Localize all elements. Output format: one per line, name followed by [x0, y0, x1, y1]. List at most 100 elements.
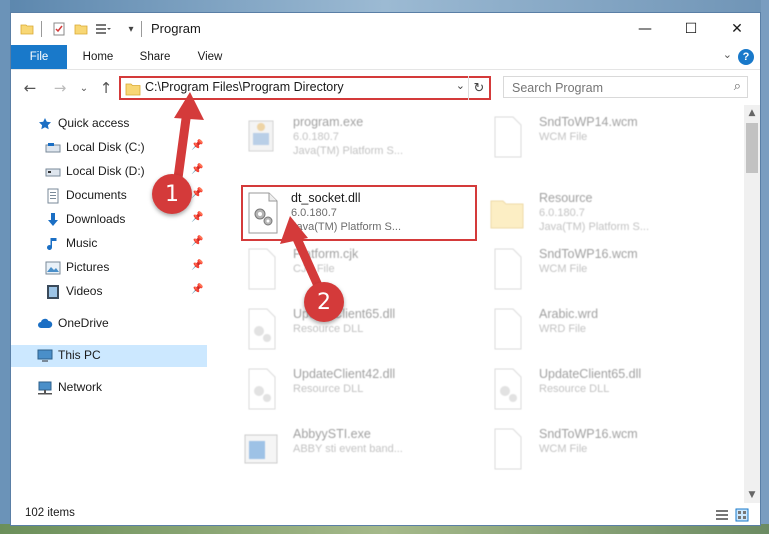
sidebar-item-quick-access[interactable]: Quick access: [11, 113, 207, 135]
sidebar-item-network[interactable]: Network: [11, 377, 207, 399]
refresh-icon[interactable]: ↻: [468, 76, 489, 100]
status-bar: 102 items: [11, 503, 760, 525]
expand-ribbon-icon[interactable]: ⌄: [723, 48, 732, 61]
tab-home[interactable]: Home: [71, 45, 125, 69]
pin-icon[interactable]: 📌: [191, 236, 203, 247]
file-name: AbbyySTI.exe: [293, 427, 371, 441]
address-path[interactable]: C:\Program Files\Program Directory: [145, 80, 344, 94]
file-version: WCM File: [539, 263, 588, 275]
file-name: Arabic.wrd: [539, 307, 599, 321]
sidebar-item-label: Pictures: [66, 260, 110, 274]
large-icons-view-icon[interactable]: [735, 507, 749, 522]
file-version: Resource DLL: [539, 383, 610, 395]
forward-arrow-icon[interactable]: →: [49, 77, 71, 99]
maximize-button[interactable]: ☐: [668, 13, 714, 45]
download-icon: [45, 212, 61, 228]
scroll-thumb[interactable]: [746, 123, 758, 173]
details-view-icon[interactable]: [715, 507, 729, 521]
blank-file-icon: [241, 247, 281, 291]
file-version: Resource DLL: [293, 383, 364, 395]
sidebar-item-label: Local Disk (D:): [66, 164, 145, 178]
sidebar-item-local-disk-c[interactable]: Local Disk (C:) 📌: [11, 137, 207, 159]
file-item[interactable]: UpdateClient42.dll Resource DLL: [233, 361, 473, 417]
desktop-background-left: [0, 0, 10, 534]
title-separator-2: [141, 21, 142, 37]
navigation-bar: ← → ⌄ ↑ C:\Program Files\Program Directo…: [11, 69, 760, 106]
sidebar-item-this-pc[interactable]: This PC: [11, 345, 207, 367]
tab-file[interactable]: File: [11, 45, 67, 69]
file-item[interactable]: SndToWP16.wcm WCM File: [479, 241, 719, 297]
scroll-up-icon[interactable]: ▲: [744, 105, 760, 121]
file-item[interactable]: AbbyySTI.exe ABBY sti event band...: [233, 421, 473, 477]
pictures-icon: [45, 260, 61, 276]
sidebar-item-label: OneDrive: [58, 316, 109, 330]
pin-icon[interactable]: 📌: [191, 188, 203, 199]
highlight-box: [241, 185, 477, 241]
search-input[interactable]: [504, 77, 724, 99]
sidebar-item-label: This PC: [58, 348, 101, 362]
blank-file-icon: [487, 307, 527, 351]
close-button[interactable]: ✕: [714, 13, 760, 45]
file-item[interactable]: SndToWP14.wcm WCM File: [479, 109, 719, 165]
file-item[interactable]: UpdateClient65.dll Resource DLL: [479, 361, 719, 417]
file-name: Platform.cjk: [293, 247, 359, 261]
file-name: SndToWP16.wcm: [539, 427, 638, 441]
address-dropdown-icon[interactable]: ⌄: [456, 79, 465, 92]
new-folder-icon[interactable]: [73, 21, 89, 37]
vertical-scrollbar[interactable]: ▲ ▼: [744, 105, 760, 503]
sidebar-item-label: Downloads: [66, 212, 126, 226]
sidebar-item-onedrive[interactable]: OneDrive: [11, 313, 207, 335]
documents-icon: [45, 188, 61, 204]
file-version: 6.0.180.7: [539, 207, 585, 219]
app-icon: [241, 427, 281, 471]
navigation-pane: Quick access Local Disk (C:) 📌 Local Dis…: [11, 105, 207, 503]
drive-icon: [45, 164, 61, 180]
sidebar-item-label: Music: [66, 236, 98, 250]
pin-icon[interactable]: 📌: [191, 164, 203, 175]
sidebar-item-pictures[interactable]: Pictures 📌: [11, 257, 207, 279]
sidebar-item-music[interactable]: Music 📌: [11, 233, 207, 255]
recent-locations-icon[interactable]: ⌄: [73, 77, 95, 99]
file-version: WRD File: [539, 323, 587, 335]
minimize-button[interactable]: —: [622, 13, 668, 45]
pin-icon[interactable]: 📌: [191, 212, 203, 223]
pin-icon[interactable]: 📌: [191, 284, 203, 295]
scroll-down-icon[interactable]: ▼: [744, 487, 760, 503]
sidebar-item-label: Documents: [66, 188, 127, 202]
file-item[interactable]: Arabic.wrd WRD File: [479, 301, 719, 357]
callout-1: 1: [152, 174, 192, 214]
sidebar-item-label: Quick access: [58, 116, 130, 130]
quick-access-dropdown-icon[interactable]: ▾: [123, 21, 139, 37]
file-item[interactable]: program.exe 6.0.180.7 Java(TM) Platform …: [233, 109, 473, 165]
star-icon: [37, 116, 53, 132]
file-version: Resource DLL: [293, 323, 364, 335]
network-icon: [37, 380, 53, 396]
pin-icon[interactable]: 📌: [191, 260, 203, 271]
up-arrow-icon[interactable]: ↑: [95, 77, 117, 99]
file-type: Java(TM) Platform S...: [539, 221, 650, 233]
help-button[interactable]: ?: [738, 49, 754, 65]
back-arrow-icon[interactable]: ←: [19, 77, 41, 99]
tab-view[interactable]: View: [185, 45, 235, 69]
sidebar-item-videos[interactable]: Videos 📌: [11, 281, 207, 303]
file-item[interactable]: UpdateClient65.dll Resource DLL: [233, 301, 473, 357]
sidebar-item-label: Videos: [66, 284, 103, 298]
pin-icon[interactable]: 📌: [191, 140, 203, 151]
file-item[interactable]: Resource 6.0.180.7 Java(TM) Platform S..…: [479, 185, 719, 241]
address-bar[interactable]: C:\Program Files\Program Directory ⌄ ↻: [119, 76, 491, 100]
dll-icon: [487, 367, 527, 411]
file-item[interactable]: Platform.cjk CJK File: [233, 241, 473, 297]
properties-icon[interactable]: [51, 21, 67, 37]
cloud-icon: [37, 316, 53, 332]
title-separator: [41, 21, 42, 37]
file-item[interactable]: SndToWP16.wcm WCM File: [479, 421, 719, 477]
file-version: ABBY sti event band...: [293, 443, 403, 455]
tab-share[interactable]: Share: [129, 45, 181, 69]
customize-icon[interactable]: [95, 21, 111, 37]
file-version: CJK File: [293, 263, 335, 275]
ribbon-tabs: File Home Share View ⌄ ?: [11, 45, 760, 69]
search-box[interactable]: ⌕: [503, 76, 748, 99]
file-name: program.exe: [293, 115, 364, 129]
blank-file-icon: [487, 115, 527, 159]
search-icon[interactable]: ⌕: [734, 79, 741, 94]
